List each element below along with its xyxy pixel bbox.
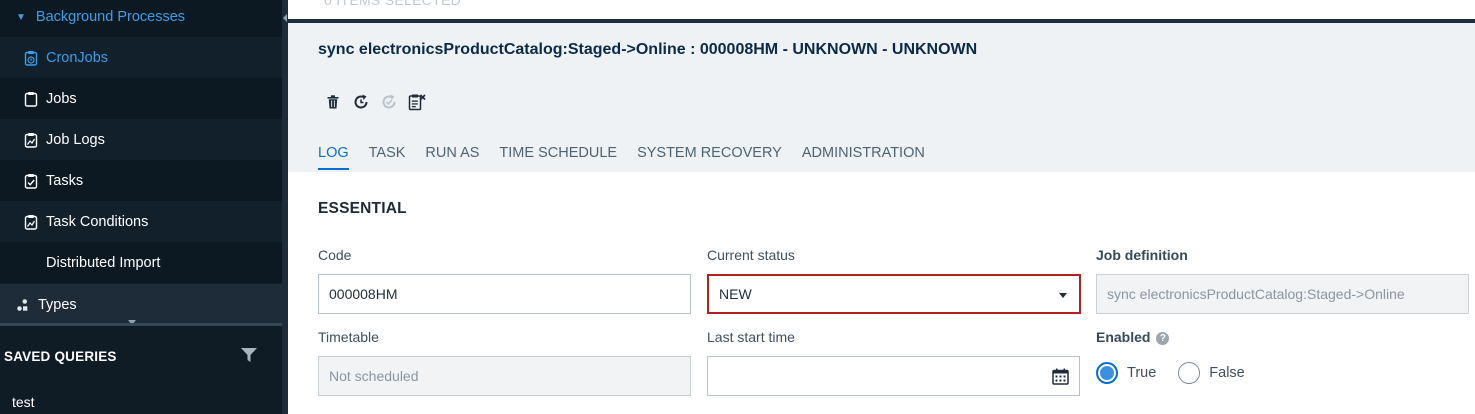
editor-area: 0 ITEMS SELECTED sync electronicsProduct… [288,0,1475,414]
nav-group-background-processes[interactable]: ▼ Background Processes [0,0,282,37]
cronjob-icon [24,50,38,66]
collapse-left-icon[interactable] [283,14,287,22]
sidebar-item-label: Tasks [46,172,84,189]
sidebar-divider[interactable] [0,323,282,326]
enabled-false-radio[interactable] [1178,362,1201,384]
sidebar-item-cronjobs[interactable]: CronJobs [0,37,282,78]
sidebar-item-job-logs[interactable]: Job Logs [0,119,282,160]
timetable-field: Not scheduled [318,356,691,396]
saved-query-item[interactable]: test [12,394,35,410]
filter-icon[interactable] [240,347,258,368]
reset-icon [380,93,398,111]
sidebar-item-label: CronJobs [46,49,109,66]
enabled-radio-group: True False [1096,362,1267,384]
list-toolbar-strip: 0 ITEMS SELECTED [288,0,1475,19]
delete-icon[interactable] [324,93,342,111]
sidebar-item-label: Job Logs [46,131,105,148]
items-selected-text: 0 ITEMS SELECTED [324,0,462,8]
enabled-true-label[interactable]: True [1127,365,1156,381]
chart-clipboard-icon [24,132,38,148]
nav-group-label: Background Processes [35,9,186,25]
chart-clipboard-icon [24,214,38,230]
timetable-label: Timetable [318,329,379,345]
help-icon[interactable]: ? [1156,332,1170,345]
refresh-icon[interactable] [352,93,370,111]
enabled-label: Enabled? [1096,329,1170,345]
chevron-down-icon[interactable] [1059,293,1067,298]
types-icon [16,297,30,313]
sidebar-item-label: Types [38,296,77,313]
caret-down-icon: ▼ [16,11,26,23]
clipboard-icon [24,91,38,107]
tab-administration[interactable]: ADMINISTRATION [802,145,925,170]
editor-tabs: LOG TASK RUN AS TIME SCHEDULE SYSTEM REC… [318,145,925,170]
last-start-time-label: Last start time [707,329,795,345]
tab-time-schedule[interactable]: TIME SCHEDULE [499,145,617,170]
navigation-tree: ▼ Background Processes CronJobs Jobs Job… [0,0,282,325]
tab-log[interactable]: LOG [318,145,349,170]
last-start-time-field[interactable] [707,356,1080,396]
checklist-icon [24,173,38,189]
code-field[interactable]: 000008HM [318,274,691,314]
enabled-false-label[interactable]: False [1209,365,1244,381]
sidebar-item-label: Task Conditions [46,213,149,230]
job-definition-value: sync electronicsProductCatalog:Staged->O… [1107,286,1405,302]
sidebar-item-tasks[interactable]: Tasks [0,160,282,201]
saved-queries-title: SAVED QUERIES [4,348,117,364]
sidebar-item-types[interactable]: Types [0,284,282,325]
enabled-label-text: Enabled [1096,329,1151,345]
page-title: sync electronicsProductCatalog:Staged->O… [318,41,978,58]
enabled-true-radio[interactable] [1096,362,1118,384]
current-status-select[interactable]: NEW [707,274,1081,314]
job-definition-field: sync electronicsProductCatalog:Staged->O… [1096,274,1469,314]
editor-toolbar [324,93,426,111]
tab-system-recovery[interactable]: SYSTEM RECOVERY [637,145,782,170]
timetable-value: Not scheduled [329,368,419,384]
sidebar: ▼ Background Processes CronJobs Jobs Job… [0,0,288,414]
clear-clipboard-icon[interactable] [408,93,426,111]
tab-task[interactable]: TASK [369,145,406,170]
current-status-value: NEW [719,286,752,302]
sidebar-item-distributed-import[interactable]: Distributed Import [0,242,282,283]
tab-run-as[interactable]: RUN AS [425,145,479,170]
code-value: 000008HM [329,286,398,302]
sidebar-item-jobs[interactable]: Jobs [0,78,282,119]
section-title-essential: ESSENTIAL [318,200,407,217]
calendar-icon[interactable] [1052,368,1069,388]
sidebar-item-task-conditions[interactable]: Task Conditions [0,201,282,242]
sidebar-item-label: Jobs [46,90,77,107]
current-status-label: Current status [707,247,795,263]
job-definition-label: Job definition [1096,247,1188,263]
sidebar-item-label: Distributed Import [46,254,161,271]
code-label: Code [318,247,352,263]
